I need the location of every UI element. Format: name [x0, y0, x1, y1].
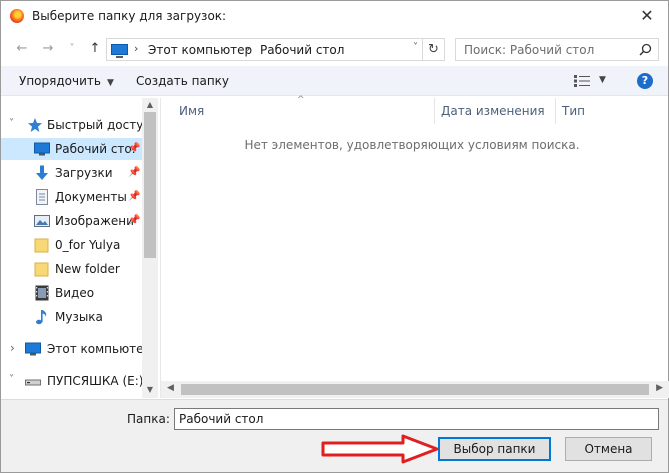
- view-options-icon[interactable]: [574, 75, 590, 87]
- chevron-down-icon[interactable]: ▼: [599, 75, 606, 85]
- chevron-down-icon: ▼: [106, 78, 114, 88]
- command-bar: Упорядочить ▼ Создать папку ▼ ?: [1, 66, 668, 96]
- pin-icon: 📌: [128, 191, 141, 202]
- tree-label: Рабочий сто.: [55, 142, 136, 156]
- computer-icon: [25, 342, 41, 356]
- organize-label: Упорядочить: [19, 74, 101, 88]
- expand-icon[interactable]: ˅: [9, 118, 14, 129]
- scroll-down-icon[interactable]: ▼: [142, 385, 158, 394]
- tree-item-downloads[interactable]: Загрузки 📌: [1, 162, 142, 184]
- tree-item-music[interactable]: Музыка: [1, 306, 142, 328]
- title-bar: Выберите папку для загрузок: ✕: [1, 1, 668, 31]
- select-folder-button[interactable]: Выбор папки: [438, 437, 551, 461]
- column-label: Дата изменения: [441, 104, 545, 118]
- sort-ascending-icon: ^: [297, 95, 305, 105]
- tree-label: Видео: [55, 286, 95, 300]
- folder-label: Папка:: [127, 412, 170, 426]
- desktop-icon: [34, 142, 50, 156]
- search-box[interactable]: Поиск: Рабочий стол: [455, 38, 659, 61]
- image-icon: [34, 215, 50, 227]
- folder-icon: [34, 238, 49, 253]
- tree-label: Музыка: [55, 310, 103, 324]
- scroll-right-icon[interactable]: ▶: [656, 383, 663, 393]
- cancel-button[interactable]: Отмена: [565, 437, 652, 461]
- tree-label: Документы: [55, 190, 127, 204]
- column-label: Имя: [179, 104, 205, 118]
- search-icon: [639, 43, 652, 56]
- refresh-button[interactable]: ↻: [422, 39, 444, 60]
- scroll-up-icon[interactable]: ▲: [142, 100, 158, 109]
- download-icon: [36, 165, 48, 180]
- chevron-right-icon[interactable]: ›: [246, 42, 250, 55]
- video-icon: [35, 285, 49, 301]
- tree-label: Этот компьютер: [47, 342, 152, 356]
- breadcrumb-this-pc[interactable]: Этот компьютер: [148, 43, 252, 57]
- firefox-icon: [10, 9, 24, 23]
- address-bar[interactable]: › Этот компьютер › Рабочий стол ˅ ↻: [106, 38, 445, 61]
- folder-field[interactable]: [174, 408, 659, 430]
- tree-item-quick-access[interactable]: ˅ Быстрый доступ: [1, 114, 151, 136]
- folder-picker-dialog: Выберите папку для загрузок: ✕ ← → ˅ ↑ ›…: [0, 0, 669, 473]
- scroll-left-icon[interactable]: ◀: [167, 383, 174, 393]
- column-label: Тип: [562, 104, 585, 118]
- document-icon: [36, 189, 48, 205]
- column-header-name[interactable]: ^ Имя: [161, 95, 435, 124]
- tree-label: Загрузки: [55, 166, 113, 180]
- forward-button[interactable]: →: [39, 40, 57, 58]
- chevron-right-icon[interactable]: ›: [134, 42, 138, 55]
- file-list-scrollbar[interactable]: ◀ ▶: [161, 381, 669, 398]
- computer-icon: [111, 44, 128, 58]
- back-button[interactable]: ←: [13, 40, 31, 58]
- tree-item-documents[interactable]: Документы 📌: [1, 186, 142, 208]
- breadcrumb-desktop[interactable]: Рабочий стол: [260, 43, 344, 57]
- organize-button[interactable]: Упорядочить ▼: [19, 74, 114, 88]
- tree-item-folder[interactable]: 0_for Yulya: [1, 234, 142, 256]
- pin-icon: 📌: [128, 143, 141, 154]
- dialog-title: Выберите папку для загрузок:: [32, 9, 227, 23]
- column-header-date[interactable]: Дата изменения: [435, 98, 556, 124]
- tree-scrollbar[interactable]: ▲ ▼: [142, 98, 158, 398]
- navigation-bar: ← → ˅ ↑ › Этот компьютер › Рабочий стол …: [1, 36, 668, 62]
- tree-item-desktop[interactable]: Рабочий сто. 📌: [1, 138, 142, 160]
- file-list: ^ Имя Дата изменения Тип Нет элементов, …: [160, 95, 669, 398]
- expand-icon[interactable]: ›: [10, 341, 15, 355]
- new-folder-button[interactable]: Создать папку: [136, 74, 229, 88]
- pin-icon: 📌: [128, 167, 141, 178]
- tree-item-videos[interactable]: Видео: [1, 282, 142, 304]
- empty-message: Нет элементов, удовлетворяющих условиям …: [244, 138, 580, 152]
- chevron-down-icon[interactable]: ˅: [413, 42, 418, 53]
- close-button[interactable]: ✕: [636, 6, 658, 26]
- star-icon: [28, 118, 42, 132]
- tree-label: Быстрый доступ: [47, 118, 152, 132]
- tree-item-folder[interactable]: New folder: [1, 258, 142, 280]
- pin-icon: 📌: [128, 215, 141, 226]
- tree-label: ПУПСЯШКА (E:): [47, 374, 144, 388]
- scrollbar-thumb[interactable]: [144, 112, 156, 258]
- tree-label: Изображени: [55, 214, 134, 228]
- music-icon: [36, 310, 47, 325]
- recent-locations-button[interactable]: ˅: [63, 40, 81, 58]
- tree-item-this-pc[interactable]: › Этот компьютер: [1, 338, 151, 360]
- scrollbar-thumb[interactable]: [181, 384, 649, 395]
- tree-label: New folder: [55, 262, 120, 276]
- expand-icon[interactable]: ˅: [9, 374, 14, 385]
- help-icon[interactable]: ?: [637, 73, 653, 89]
- search-input[interactable]: Поиск: Рабочий стол: [464, 43, 594, 57]
- tree-label: 0_for Yulya: [55, 238, 121, 252]
- folder-icon: [34, 262, 49, 277]
- tree-item-pictures[interactable]: Изображени 📌: [1, 210, 142, 232]
- navigation-pane: ˅ Быстрый доступ Рабочий сто. 📌 Загрузки…: [1, 98, 158, 398]
- column-header-type[interactable]: Тип: [556, 98, 616, 124]
- drive-icon: [25, 379, 41, 386]
- up-button[interactable]: ↑: [86, 40, 104, 58]
- red-arrow-annotation: [321, 434, 439, 464]
- tree-item-drive[interactable]: ˅ ПУПСЯШКА (E:): [1, 370, 144, 392]
